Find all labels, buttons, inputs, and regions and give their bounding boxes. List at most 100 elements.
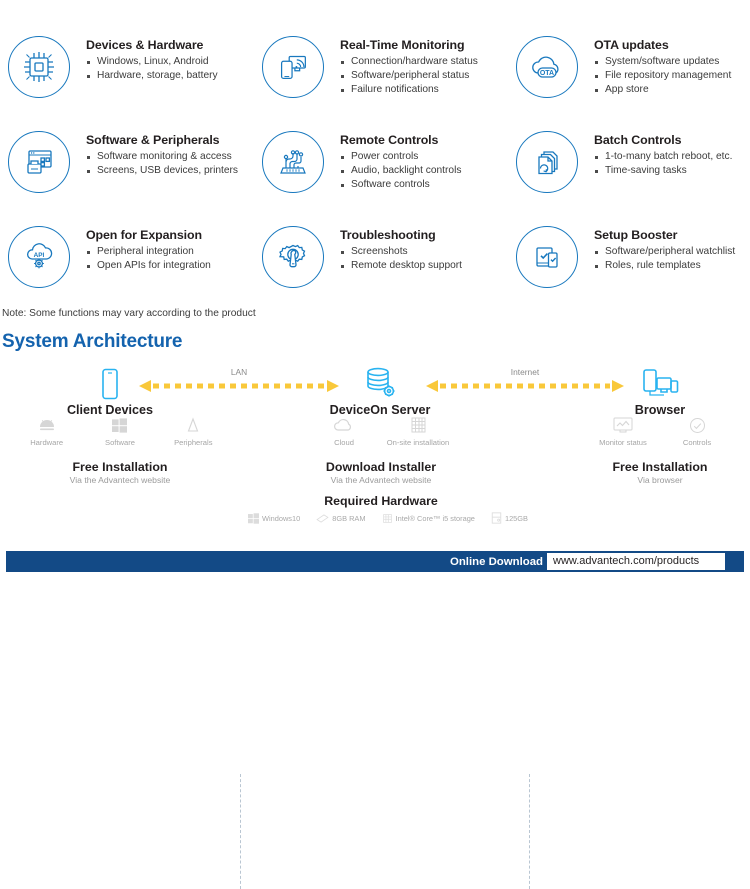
hardware-item: Intel® Core™ i5 storage — [382, 513, 475, 524]
list-item: Windows, Linux, Android — [86, 55, 252, 69]
system-architecture-title: System Architecture — [2, 331, 183, 352]
feature-title: Software & Peripherals — [86, 133, 220, 147]
list-item: Software/peripheral watchlist — [594, 245, 750, 259]
windows-icon — [83, 414, 156, 436]
sub-item: Controls — [660, 414, 734, 447]
android-icon — [10, 414, 83, 436]
svg-text:API: API — [34, 252, 45, 259]
product-note: Note: Some functions may vary according … — [2, 308, 256, 319]
feature-bullet-list: Software/peripheral watchlist Roles, rul… — [594, 245, 750, 273]
feature-card-devices-hardware: Devices & Hardware Windows, Linux, Andro… — [0, 32, 250, 127]
feature-row: API Open for Expansion Peripheral integr… — [0, 222, 750, 317]
realtime-monitor-icon — [262, 36, 324, 98]
storage-icon — [491, 512, 502, 524]
list-item: Screenshots — [340, 245, 506, 259]
feature-body: Batch Controls 1-to-many batch reboot, e… — [594, 133, 750, 178]
server-rack-icon — [381, 414, 455, 436]
sub-item: Hardware — [10, 414, 83, 447]
hardware-item: 125GB — [491, 512, 528, 524]
column-header-total-management: Total Management — [3, 0, 165, 1]
hardware-item: Windows10 — [248, 512, 301, 524]
gear-wrench-icon — [262, 226, 324, 288]
arch-subitems-client: Hardware Software Peripherals — [10, 414, 230, 447]
feature-card-batch-controls: Batch Controls 1-to-many batch reboot, e… — [508, 127, 750, 222]
arch-block-sub-server: Via the Advantech website — [330, 475, 432, 485]
sub-item-caption: Peripherals — [174, 438, 213, 447]
api-cloud-gear-icon: API — [8, 226, 70, 288]
cloud-icon — [307, 414, 381, 436]
arch-node-browser: Browser — [575, 364, 745, 417]
feature-bullet-list: Connection/hardware status Software/peri… — [340, 55, 506, 97]
sub-item-caption: Cloud — [334, 438, 354, 447]
feature-bullet-list: Software monitoring & access Screens, US… — [86, 150, 252, 178]
feature-row: Devices & Hardware Windows, Linux, Andro… — [0, 32, 750, 127]
feature-body: Remote Controls Power controls Audio, ba… — [340, 133, 506, 192]
feature-body: Real-Time Monitoring Connection/hardware… — [340, 38, 506, 97]
feature-body: Troubleshooting Screenshots Remote deskt… — [340, 228, 506, 273]
list-item: Peripheral integration — [86, 245, 252, 259]
feature-row: Software & Peripherals Software monitori… — [0, 127, 750, 222]
feature-body: Software & Peripherals Software monitori… — [86, 133, 252, 178]
svg-text:OTA: OTA — [540, 70, 554, 77]
arch-subitems-server: Cloud On-site installation — [296, 414, 466, 447]
list-item: Software/peripheral status — [340, 69, 506, 83]
arch-block-sub-browser: Via browser — [637, 475, 683, 485]
list-item: App store — [594, 83, 750, 97]
feature-title: Batch Controls — [594, 133, 682, 147]
column-header-remote-access: Remote Access — [254, 0, 392, 1]
arch-subitems-browser: Monitor status Controls — [575, 414, 745, 447]
arch-block-head-client: Free Installation — [72, 460, 168, 474]
arch-block-head-server: Download Installer — [325, 460, 437, 474]
list-item: File repository management — [594, 69, 750, 83]
feature-card-remote-controls: Remote Controls Power controls Audio, ba… — [254, 127, 504, 222]
feature-body: Setup Booster Software/peripheral watchl… — [594, 228, 750, 273]
sub-item-caption: Software — [105, 438, 135, 447]
list-item: Roles, rule templates — [594, 259, 750, 273]
hardware-caption: 8GB RAM — [332, 513, 366, 523]
monitor-status-icon — [586, 414, 660, 436]
hardware-caption: Windows10 — [262, 513, 301, 523]
hardware-caption: Intel® Core™ i5 storage — [395, 513, 475, 523]
sub-item-caption: Controls — [682, 438, 712, 447]
list-item: Screens, USB devices, printers — [86, 164, 252, 178]
feature-title: Devices & Hardware — [86, 38, 204, 52]
list-item: Power controls — [340, 150, 506, 164]
hardware-caption: 125GB — [504, 513, 528, 523]
required-hardware-list: Windows10 8GB RAM Intel® Core™ i5 storag… — [248, 512, 528, 524]
feature-title: Real-Time Monitoring — [340, 38, 465, 52]
sub-item: Peripherals — [157, 414, 230, 447]
arch-block-head-browser: Free Installation — [612, 460, 708, 474]
sub-item: On-site installation — [381, 414, 455, 447]
feature-bullet-list: Peripheral integration Open APIs for int… — [86, 245, 252, 273]
feature-card-ota-updates: OTA OTA updates System/software updates … — [508, 32, 750, 127]
sub-item: Software — [83, 414, 156, 447]
column-divider — [240, 774, 241, 889]
feature-title: Open for Expansion — [86, 228, 202, 242]
feature-body: OTA updates System/software updates File… — [594, 38, 750, 97]
sub-item-caption: On-site installation — [386, 438, 450, 447]
list-item: Failure notifications — [340, 83, 506, 97]
ota-cloud-icon: OTA — [516, 36, 578, 98]
controls-icon — [660, 414, 734, 436]
cpu-icon — [382, 513, 393, 524]
feature-body: Devices & Hardware Windows, Linux, Andro… — [86, 38, 252, 83]
column-header-operational-efficiency: Operational Efficiency — [508, 0, 704, 1]
download-url-field[interactable] — [547, 553, 725, 570]
feature-title: Remote Controls — [340, 133, 439, 147]
feature-card-troubleshooting: Troubleshooting Screenshots Remote deskt… — [254, 222, 504, 317]
list-item: Open APIs for integration — [86, 259, 252, 273]
feature-card-setup-booster: Setup Booster Software/peripheral watchl… — [508, 222, 750, 317]
feature-grid: Devices & Hardware Windows, Linux, Andro… — [0, 32, 750, 317]
required-hardware-title: Required Hardware — [324, 494, 438, 508]
column-divider — [529, 774, 530, 889]
list-item: Audio, backlight controls — [340, 164, 506, 178]
feature-bullet-list: 1-to-many batch reboot, etc. Time-saving… — [594, 150, 750, 178]
feature-card-real-time-monitoring: Real-Time Monitoring Connection/hardware… — [254, 32, 504, 127]
feature-bullet-list: Screenshots Remote desktop support — [340, 245, 506, 273]
windows-icon — [248, 512, 259, 524]
circuit-controls-icon — [262, 131, 324, 193]
sub-item-caption: Hardware — [30, 438, 64, 447]
software-peripherals-icon — [8, 131, 70, 193]
footer-bar: Online Download — [6, 551, 744, 572]
list-item: Time-saving tasks — [594, 164, 750, 178]
